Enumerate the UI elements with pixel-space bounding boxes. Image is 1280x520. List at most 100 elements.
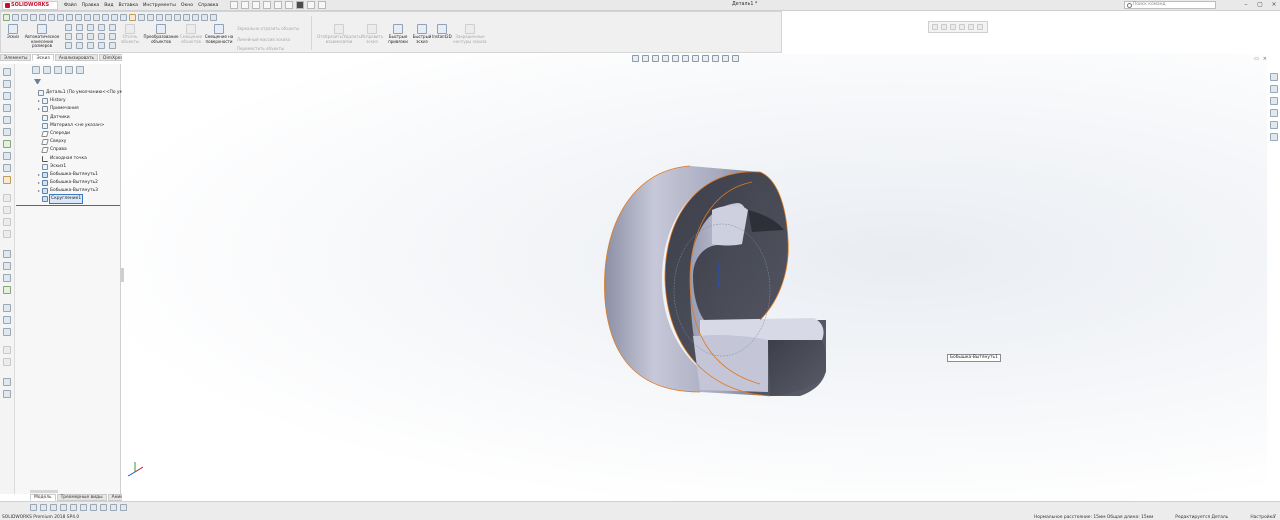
ellipse-icon[interactable] (84, 14, 91, 21)
zoom-to-fit-icon[interactable] (632, 55, 639, 62)
menu-insert[interactable]: Вставка (119, 2, 138, 9)
search-commands-input[interactable]: Поиск команд (1124, 1, 1216, 9)
edit-appearance-icon[interactable] (712, 55, 719, 62)
tree-node[interactable]: Бобышка-Вытянуть2 (34, 179, 122, 187)
tool-icon[interactable] (3, 116, 11, 124)
undo-icon[interactable] (285, 1, 293, 9)
menu-tools[interactable]: Инструменты (143, 2, 176, 9)
save-icon[interactable] (263, 1, 271, 9)
tool-icon[interactable] (3, 92, 11, 100)
tool-icon[interactable] (3, 230, 11, 238)
instant2d-button[interactable]: Instant2D (431, 24, 453, 40)
new-document-icon[interactable] (241, 1, 249, 9)
smart-dimension-button[interactable]: Автоматическое нанесение размеров (21, 24, 63, 49)
help-icon[interactable]: ? (1273, 514, 1276, 520)
tab-features[interactable]: Элементы (0, 54, 32, 61)
previous-view-icon[interactable] (652, 55, 659, 62)
tree-node[interactable]: Справа (34, 146, 122, 154)
tree-node[interactable]: Бобышка-Вытянуть1 (34, 171, 122, 179)
pattern-icon[interactable] (192, 14, 199, 21)
tree-node[interactable]: Материал <не указан> (34, 122, 122, 130)
view-right-icon[interactable] (60, 504, 67, 511)
tree-node[interactable]: Спереди (34, 130, 122, 138)
move-entities-item[interactable]: Переместить объекты (237, 46, 284, 51)
display-manager-tab-icon[interactable] (76, 66, 84, 74)
display-style-icon[interactable] (692, 55, 699, 62)
expand-icon[interactable] (38, 190, 40, 193)
tool-icon[interactable] (3, 206, 11, 214)
tab-model[interactable]: Модель (30, 494, 56, 501)
rollback-bar[interactable] (16, 205, 120, 206)
construction-grid-icon[interactable] (109, 42, 116, 49)
chamfer-sketch-icon[interactable] (102, 14, 109, 21)
menu-view[interactable]: Вид (104, 2, 113, 9)
menu-edit[interactable]: Правка (82, 2, 99, 9)
polygon-icon[interactable] (66, 14, 73, 21)
tool-icon[interactable] (3, 140, 11, 148)
plane-icon[interactable] (129, 14, 136, 21)
close-icon[interactable]: × (1270, 1, 1278, 9)
configuration-tab-icon[interactable] (54, 66, 62, 74)
mirror-icon[interactable] (201, 14, 208, 21)
options-more-icon[interactable] (210, 14, 217, 21)
view-single-icon[interactable] (110, 504, 117, 511)
expand-icon[interactable] (38, 108, 40, 111)
menu-help[interactable]: Справка (198, 2, 218, 9)
view-palette-icon[interactable] (1270, 109, 1278, 117)
spline-grid-icon[interactable] (76, 33, 83, 40)
expand-icon[interactable] (38, 100, 40, 103)
tool-icon[interactable] (3, 358, 11, 366)
tab-3d-views[interactable]: Трехмерные виды (56, 494, 107, 501)
graphics-area[interactable] (122, 54, 1267, 502)
tree-node[interactable]: Скругление1 (34, 194, 122, 205)
relation-icon[interactable] (165, 14, 172, 21)
tool-icon[interactable] (3, 378, 11, 386)
view-orientation-icon[interactable] (682, 55, 689, 62)
tree-node[interactable]: Деталь1 (По умолчанию<<По умолча (34, 89, 134, 97)
resources-icon[interactable] (1270, 73, 1278, 81)
open-icon[interactable] (252, 1, 260, 9)
zoom-area-icon[interactable] (941, 24, 947, 30)
view-left-icon[interactable] (50, 504, 57, 511)
text-icon[interactable] (111, 14, 118, 21)
select-icon[interactable] (296, 1, 304, 9)
appearances-icon[interactable] (1270, 121, 1278, 129)
restore-icon[interactable]: ▭ (1254, 56, 1259, 62)
tool-icon[interactable] (3, 128, 11, 136)
tree-node[interactable]: Примечания (34, 105, 122, 113)
circle-grid-icon[interactable] (98, 24, 105, 31)
tool-icon[interactable] (3, 390, 11, 398)
text-grid-icon[interactable] (98, 33, 105, 40)
rectangle-icon[interactable] (48, 14, 55, 21)
tool-icon[interactable] (3, 104, 11, 112)
tool-icon[interactable] (3, 68, 11, 76)
repair-sketch-button[interactable]: Исправить эскиз (359, 24, 385, 44)
display-relations-button[interactable]: Отобразить/Удалить взаимосвязи (315, 24, 363, 44)
feature-tree-tab-icon[interactable] (32, 66, 40, 74)
offset-on-surface-button[interactable]: Смещение на поверхности (204, 24, 234, 44)
horizontal-scrollbar[interactable] (30, 490, 58, 493)
view-settings-icon[interactable] (732, 55, 739, 62)
menu-file[interactable]: Файл (64, 2, 77, 9)
view-top-icon[interactable] (70, 504, 77, 511)
tool-icon[interactable] (3, 274, 11, 282)
construction-icon[interactable] (147, 14, 154, 21)
tool-icon[interactable] (3, 152, 11, 160)
zoom-fit-icon[interactable] (932, 24, 938, 30)
polygon-grid-icon[interactable] (65, 33, 72, 40)
tool-icon[interactable] (3, 262, 11, 270)
view-iso-icon[interactable] (90, 504, 97, 511)
tool-icon[interactable] (3, 328, 11, 336)
viewport-close-icon[interactable]: × (1263, 56, 1267, 62)
expand-icon[interactable] (38, 182, 40, 185)
section-view-icon[interactable] (662, 55, 669, 62)
select-filter-icon[interactable] (977, 24, 983, 30)
sketch-tool-icon[interactable] (12, 14, 19, 21)
print-icon[interactable] (274, 1, 282, 9)
tree-node[interactable]: History (34, 97, 122, 105)
rebuild-icon[interactable] (307, 1, 315, 9)
filter-icon[interactable] (34, 79, 41, 85)
line-icon[interactable] (21, 14, 28, 21)
property-manager-tab-icon[interactable] (43, 66, 51, 74)
rotate-icon[interactable] (950, 24, 956, 30)
